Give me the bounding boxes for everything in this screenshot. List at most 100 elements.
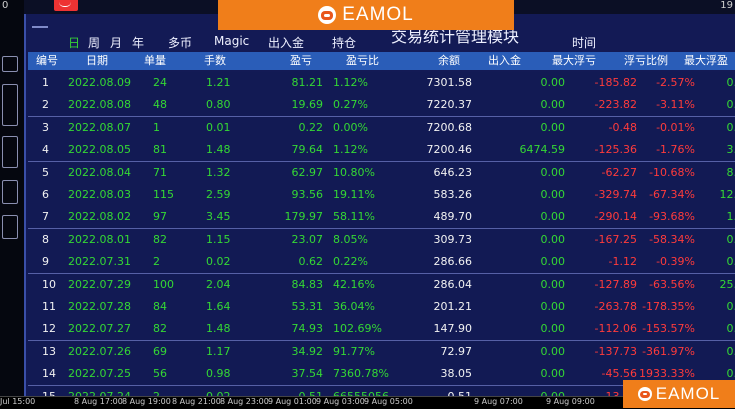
row-max-float-loss: -127.89 (594, 277, 637, 291)
row-orders: 100 (153, 277, 174, 291)
row-max-float-loss: -1.12 (608, 255, 637, 269)
row-profit-ratio: 0.22% (333, 255, 368, 269)
table-row[interactable]: 1 2022.08.09 24 1.21 81.21 1.12% 7301.58 0.00 -1… (28, 72, 735, 95)
row-float-loss-ratio: -3.11% (656, 98, 695, 112)
row-index: 10 (42, 277, 56, 291)
header-lots: 手数 (204, 54, 226, 67)
row-index: 11 (42, 300, 56, 313)
row-profit: 0.62 (298, 255, 324, 269)
row-orders: 2 (153, 255, 160, 269)
row-lots: 0.01 (206, 120, 231, 134)
row-profit: 84.83 (291, 277, 324, 291)
row-float-loss-ratio: -153.57% (642, 322, 695, 336)
row-orders: 84 (153, 300, 167, 313)
tab-year[interactable]: 年 (132, 34, 144, 51)
table-row[interactable]: 13 2022.07.26 69 1.17 34.92 91.77% 72.97 0.00 -1… (28, 340, 735, 364)
table-row[interactable]: 3 2022.08.07 1 0.01 0.22 0.00% 7200.68 0.00 -0.4… (28, 116, 735, 140)
row-date: 2022.08.08 (68, 98, 131, 112)
row-index: 13 (42, 344, 56, 358)
row-max-float-loss: -263.78 (594, 300, 637, 313)
table-row[interactable]: 11 2022.07.28 84 1.64 53.31 36.04% 201.21 0.00 -… (28, 296, 735, 319)
row-orders: 97 (153, 210, 167, 224)
row-max-float-profit: 0. (726, 344, 735, 358)
row-float-loss-ratio: -63.56% (649, 277, 695, 291)
row-float-loss-ratio: -1.76% (656, 143, 695, 157)
row-max-float-profit: 0. (726, 255, 735, 269)
row-max-float-loss: -185.82 (594, 76, 637, 89)
table-row[interactable]: 12 2022.07.27 82 1.48 74.93 102.69% 147.90 0.00… (28, 318, 735, 342)
row-index: 4 (42, 143, 49, 157)
table-row[interactable]: 4 2022.08.05 81 1.48 79.64 1.12% 7200.46 6474.5… (28, 139, 735, 163)
tab-positions[interactable]: 持仓 (332, 34, 356, 51)
table-row[interactable]: 2 2022.08.08 48 0.80 19.69 0.27% 7220.37 0.00 -2… (28, 94, 735, 118)
row-date: 2022.08.02 (68, 210, 131, 224)
robot-logo-icon (318, 6, 337, 24)
robot-logo-icon (637, 387, 652, 401)
row-orders: 48 (153, 98, 167, 112)
row-deposit: 0.00 (540, 300, 566, 313)
row-float-loss-ratio: -93.68% (649, 210, 695, 224)
axis-tick: 8 Aug 23:00 (220, 397, 269, 406)
left-tool-button[interactable] (2, 215, 18, 239)
row-deposit: 0.00 (540, 344, 566, 358)
row-max-float-loss: -329.74 (594, 188, 637, 201)
row-balance: 38.05 (440, 367, 473, 381)
tab-day[interactable]: 日 (68, 34, 80, 51)
minimize-icon[interactable] (32, 26, 48, 28)
row-orders: 24 (153, 76, 167, 89)
left-tool-button[interactable] (2, 180, 18, 204)
row-max-float-loss: -112.06 (594, 322, 637, 336)
row-profit: 93.56 (291, 188, 324, 201)
row-deposit: 0.00 (540, 76, 566, 89)
table-row[interactable]: 7 2022.08.02 97 3.45 179.97 58.11% 489.70 0.00 -… (28, 206, 735, 230)
tab-month[interactable]: 月 (110, 34, 122, 51)
row-profit: 34.92 (291, 344, 324, 358)
table-row[interactable]: 6 2022.08.03 115 2.59 93.56 19.11% 583.26 0.00 -… (28, 184, 735, 207)
header-orders: 单量 (144, 54, 166, 67)
table-row[interactable]: 5 2022.08.04 71 1.32 62.97 10.80% 646.23 0.00 -6… (28, 161, 735, 185)
row-date: 2022.07.31 (68, 255, 131, 269)
row-orders: 82 (153, 232, 167, 246)
left-tool-button[interactable] (2, 136, 18, 168)
tab-deposit-withdraw[interactable]: 出入金 (268, 34, 304, 51)
row-profit: 37.54 (291, 367, 324, 381)
header-profit: 盈亏 (290, 54, 312, 67)
row-index: 5 (42, 165, 49, 179)
row-max-float-loss: -223.82 (594, 98, 637, 112)
row-max-float-profit: 1. (726, 210, 735, 224)
table-row[interactable]: 8 2022.08.01 82 1.15 23.07 8.05% 309.73 0.00 -16… (28, 228, 735, 252)
row-balance: 201.21 (433, 300, 473, 313)
row-balance: 489.70 (433, 210, 473, 224)
row-deposit: 0.00 (540, 322, 566, 336)
tab-magic[interactable]: Magic (214, 34, 249, 48)
row-float-loss-ratio: -178.35% (642, 300, 695, 313)
row-lots: 1.15 (206, 232, 231, 246)
row-balance: 583.26 (433, 188, 473, 201)
row-index: 1 (42, 76, 49, 89)
row-lots: 2.04 (206, 277, 231, 291)
row-balance: 147.90 (433, 322, 473, 336)
left-tool-button[interactable] (2, 84, 18, 126)
row-profit: 81.21 (291, 76, 324, 89)
row-profit-ratio: 91.77% (333, 344, 375, 358)
table-row[interactable]: 9 2022.07.31 2 0.02 0.62 0.22% 286.66 0.00 -1.12… (28, 251, 735, 275)
row-lots: 1.32 (206, 165, 231, 179)
row-orders: 69 (153, 344, 167, 358)
row-profit-ratio: 102.69% (333, 322, 382, 336)
row-max-float-loss: -0.48 (608, 120, 637, 134)
row-max-float-profit: 25. (719, 277, 735, 291)
header-balance: 余额 (438, 54, 460, 67)
collapse-tab-icon[interactable] (54, 0, 78, 11)
row-index: 3 (42, 120, 49, 134)
table-row[interactable]: 10 2022.07.29 100 2.04 84.83 42.16% 286.04 0.00… (28, 273, 735, 297)
row-orders: 1 (153, 120, 160, 134)
tab-week[interactable]: 周 (88, 34, 100, 51)
row-float-loss-ratio: -58.34% (649, 232, 695, 246)
tab-multi-currency[interactable]: 多币 (168, 34, 192, 51)
row-date: 2022.07.29 (68, 277, 131, 291)
row-max-float-profit: 12. (719, 188, 735, 201)
left-tool-button[interactable] (2, 56, 18, 72)
row-deposit: 0.00 (540, 255, 566, 269)
brand-logo-watermark: EAMOL (623, 380, 735, 408)
row-orders: 81 (153, 143, 167, 157)
